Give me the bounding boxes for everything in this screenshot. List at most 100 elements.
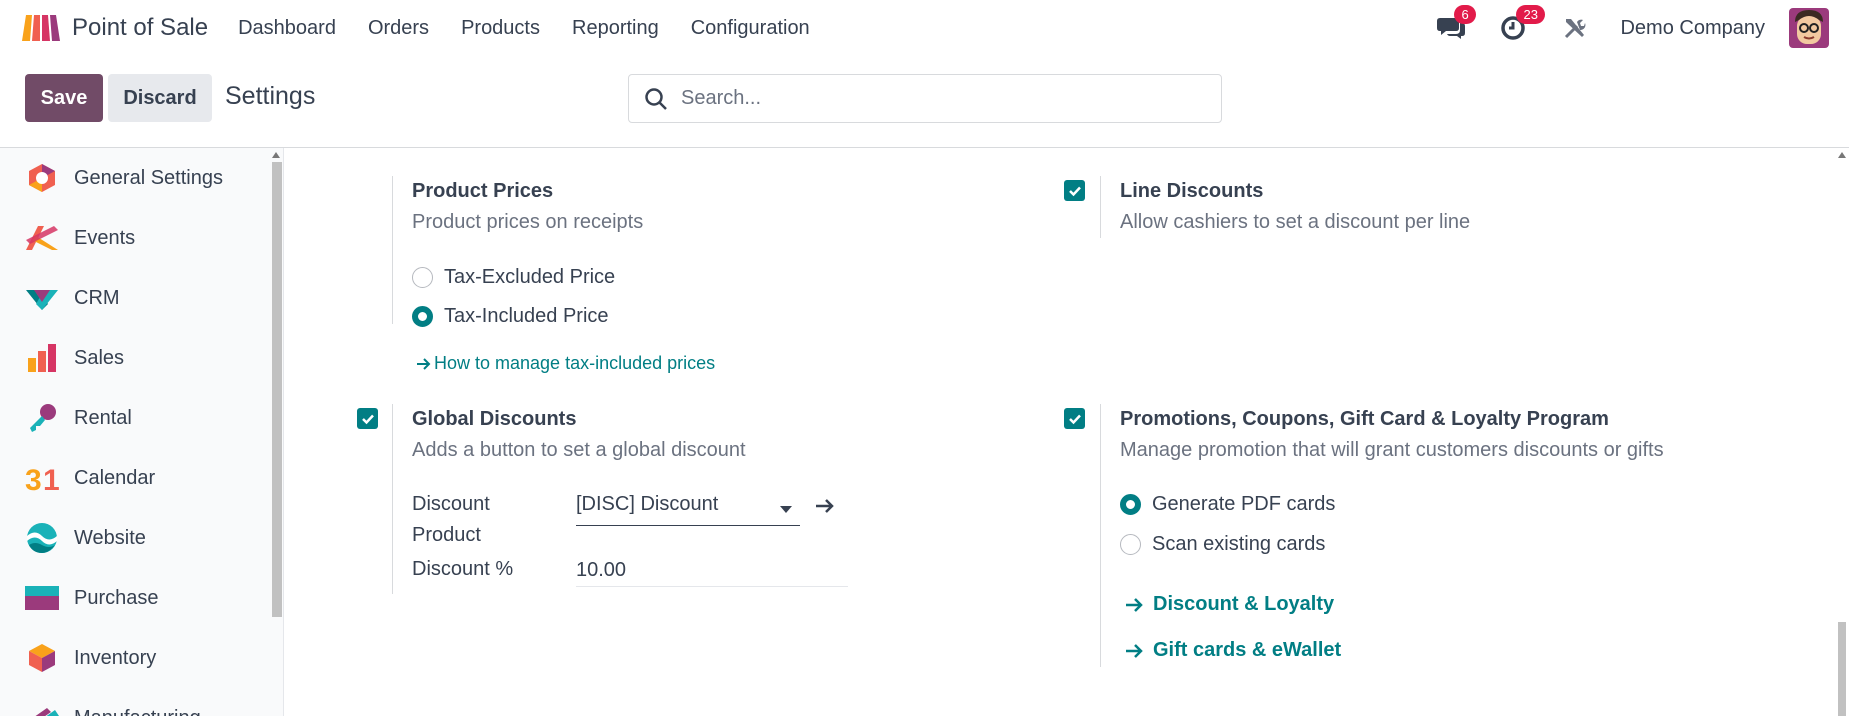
sidebar-item-manufacturing[interactable]: Manufacturing — [24, 698, 201, 716]
global-discounts-title: Global Discounts — [412, 408, 577, 430]
manufacturing-icon — [24, 700, 60, 716]
debug-tools-button[interactable] — [1558, 11, 1592, 45]
tax-included-help-link-text: How to manage tax-included prices — [434, 353, 716, 373]
generate-pdf-cards-label[interactable]: Generate PDF cards — [1152, 493, 1335, 516]
promotions-title: Promotions, Coupons, Gift Card & Loyalty… — [1120, 408, 1609, 430]
sales-icon — [24, 340, 60, 376]
generate-pdf-cards-radio[interactable] — [1120, 494, 1141, 515]
svg-text:3: 3 — [25, 464, 42, 494]
menu-item-reporting[interactable]: Reporting — [572, 17, 659, 40]
arrow-right-icon — [816, 499, 834, 513]
user-avatar[interactable] — [1789, 8, 1829, 48]
sidebar-item-rental[interactable]: Rental — [24, 398, 132, 438]
discount-percent-input[interactable]: 10.00 — [576, 559, 848, 587]
setting-divider — [392, 404, 393, 594]
sidebar-item-label: General Settings — [74, 166, 223, 189]
calendar-icon: 3 1 — [24, 460, 60, 496]
gift-cards-ewallet-link-text: Gift cards & eWallet — [1153, 639, 1342, 661]
top-navbar: Point of Sale Dashboard Orders Products … — [0, 0, 1849, 56]
promotions-description: Manage promotion that will grant custome… — [1120, 439, 1664, 461]
pos-logo-icon — [20, 13, 60, 43]
activities-button[interactable]: 23 — [1496, 5, 1545, 45]
scan-existing-cards-radio[interactable] — [1120, 534, 1141, 555]
discount-product-value: [DISC] Discount — [576, 493, 719, 515]
chevron-down-icon — [780, 506, 792, 513]
menu-item-configuration[interactable]: Configuration — [691, 17, 810, 40]
sidebar-item-events[interactable]: Events — [24, 218, 135, 258]
checkmark-icon — [1068, 186, 1081, 196]
sidebar-item-label: Sales — [74, 346, 125, 369]
main-scrollbar[interactable] — [1838, 622, 1846, 716]
messages-button[interactable]: 6 — [1434, 5, 1476, 45]
setting-divider — [1100, 404, 1101, 667]
product-prices-description: Product prices on receipts — [412, 211, 644, 233]
messages-badge: 6 — [1454, 5, 1476, 24]
arrow-right-icon — [417, 357, 431, 370]
menu-item-products[interactable]: Products — [461, 17, 540, 40]
inventory-icon — [24, 640, 60, 676]
sidebar-item-inventory[interactable]: Inventory — [24, 638, 156, 678]
sidebar-item-calendar[interactable]: 3 1 Calendar — [24, 458, 155, 498]
svg-text:1: 1 — [43, 464, 59, 494]
discard-button[interactable]: Discard — [108, 74, 212, 122]
tax-excluded-radio[interactable] — [412, 267, 433, 288]
line-discounts-title: Line Discounts — [1120, 180, 1264, 202]
sidebar-item-website[interactable]: Website — [24, 518, 146, 558]
tax-included-help-link[interactable]: How to manage tax-included prices — [416, 353, 715, 374]
tools-icon — [1565, 19, 1586, 39]
sidebar-item-purchase[interactable]: Purchase — [24, 578, 159, 618]
line-discounts-checkbox[interactable] — [1064, 180, 1085, 201]
settings-sidebar: General Settings Events CRM Sales Rental… — [0, 148, 284, 716]
gift-cards-ewallet-link[interactable]: Gift cards & eWallet — [1125, 639, 1341, 662]
sidebar-item-general-settings[interactable]: General Settings — [24, 158, 223, 198]
checkmark-icon — [361, 414, 374, 424]
crm-icon — [24, 280, 60, 316]
menu-item-dashboard[interactable]: Dashboard — [238, 17, 336, 40]
setting-divider — [392, 176, 393, 324]
website-icon — [24, 520, 60, 556]
setting-divider — [1100, 176, 1101, 238]
line-discounts-description: Allow cashiers to set a discount per lin… — [1120, 211, 1471, 233]
sidebar-item-label: Purchase — [74, 586, 159, 609]
discount-product-select[interactable]: [DISC] Discount — [576, 493, 800, 526]
app-title: Point of Sale — [72, 14, 209, 41]
global-discounts-description: Adds a button to set a global discount — [412, 439, 746, 461]
company-name[interactable]: Demo Company — [1620, 17, 1765, 40]
tax-excluded-label[interactable]: Tax-Excluded Price — [444, 266, 615, 289]
discount-loyalty-link[interactable]: Discount & Loyalty — [1125, 593, 1334, 616]
global-discounts-checkbox[interactable] — [357, 408, 378, 429]
search-input[interactable] — [681, 87, 1201, 110]
sidebar-item-sales[interactable]: Sales — [24, 338, 124, 378]
arrow-right-icon — [1126, 597, 1143, 612]
sidebar-item-label: Inventory — [74, 646, 157, 669]
discount-product-label: Discount — [412, 493, 490, 515]
events-icon — [24, 220, 60, 256]
sidebar-scrollbar[interactable] — [272, 162, 282, 617]
settings-content: Product Prices Product prices on receipt… — [285, 148, 1849, 716]
search-icon — [645, 87, 667, 110]
activities-badge: 23 — [1516, 5, 1545, 24]
brand[interactable]: Point of Sale — [20, 13, 208, 43]
sidebar-item-label: Events — [74, 226, 136, 249]
main-scroll-up-icon[interactable] — [1838, 152, 1846, 158]
scan-existing-cards-label[interactable]: Scan existing cards — [1152, 533, 1325, 556]
sidebar-item-crm[interactable]: CRM — [24, 278, 120, 318]
main-menu: Dashboard Orders Products Reporting Conf… — [238, 17, 842, 40]
tax-included-radio[interactable] — [412, 306, 433, 327]
promotions-checkbox[interactable] — [1064, 408, 1085, 429]
general-settings-icon — [24, 160, 60, 196]
tax-included-label[interactable]: Tax-Included Price — [444, 305, 609, 328]
discount-product-label-line2: Product — [412, 524, 481, 546]
control-panel: Save Discard Settings — [0, 56, 1849, 148]
open-record-button[interactable] — [815, 497, 835, 521]
arrow-right-icon — [1126, 643, 1143, 658]
navbar-systray: 6 23 Demo Company — [1434, 0, 1829, 56]
page-title: Settings — [225, 82, 316, 110]
menu-item-orders[interactable]: Orders — [368, 17, 429, 40]
sidebar-item-label: Manufacturing — [74, 707, 201, 716]
save-button[interactable]: Save — [25, 74, 103, 122]
discount-percent-label: Discount % — [412, 558, 514, 580]
sidebar-scroll-up-icon[interactable] — [272, 152, 280, 158]
rental-icon — [24, 400, 60, 436]
search-box[interactable] — [628, 74, 1222, 123]
